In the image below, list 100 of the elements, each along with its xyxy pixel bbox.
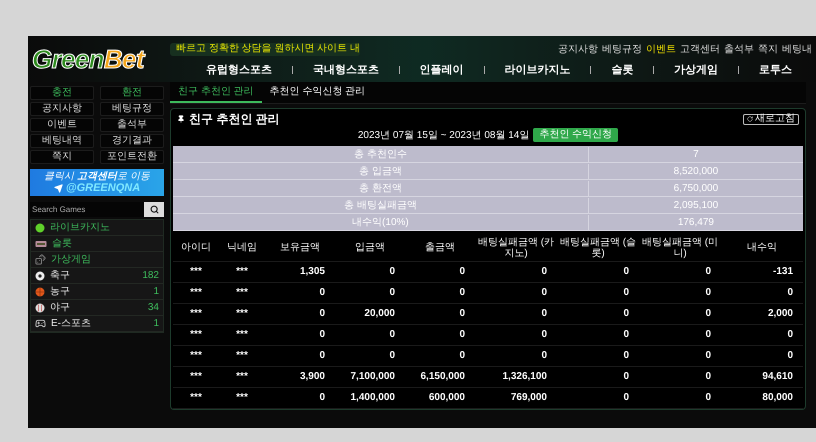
- table-cell: 0: [405, 261, 475, 282]
- top-link[interactable]: 베팅내: [782, 42, 812, 56]
- top-link[interactable]: 베팅규정: [602, 42, 642, 56]
- table-cell: 0: [405, 345, 475, 366]
- nav-link[interactable]: 인플레이: [406, 62, 478, 78]
- table-cell: ***: [173, 345, 219, 366]
- column-header: 배팅실패금액 (카지노): [475, 235, 557, 261]
- nav-link[interactable]: 유럽형스포츠: [192, 62, 286, 78]
- table-cell: 0: [639, 303, 721, 324]
- table-cell: 0: [405, 303, 475, 324]
- search-button[interactable]: [144, 202, 164, 217]
- top-link[interactable]: 고객센터: [680, 42, 720, 56]
- game-list-item[interactable]: 야구 34: [31, 300, 163, 316]
- table-cell: 0: [265, 345, 335, 366]
- column-header: 보유금액: [265, 235, 335, 261]
- table-cell: ***: [173, 366, 219, 387]
- sidebar-button[interactable]: 베팅내역: [30, 134, 94, 148]
- top-link[interactable]: 공지사항: [558, 42, 598, 56]
- game-list-item[interactable]: 축구 182: [31, 268, 163, 284]
- summary-value: 176,479: [676, 216, 715, 230]
- table-cell: 769,000: [475, 387, 557, 408]
- nav-link[interactable]: 국내형스포츠: [298, 62, 393, 78]
- table-cell: 0: [557, 324, 639, 345]
- period-text: 2023년 07월 15일 ~ 2023년 08월 14일: [358, 128, 530, 142]
- game-count: 182: [142, 270, 159, 280]
- table-cell: 0: [557, 261, 639, 282]
- game-count: 1: [153, 318, 159, 328]
- sidebar-button[interactable]: 베팅규정: [100, 102, 164, 116]
- table-cell: 600,000: [405, 387, 475, 408]
- column-header: 배팅실패금액 (슬롯): [557, 235, 639, 261]
- top-link[interactable]: 쪽지: [758, 42, 778, 56]
- table-cell: 0: [265, 324, 335, 345]
- column-header: 아이디: [173, 235, 219, 261]
- telegram-banner[interactable]: 클릭시 고객센터로 이동 @GREENQNA: [30, 169, 164, 196]
- sidebar-button[interactable]: 쪽지: [30, 150, 94, 164]
- soccer-ball-icon: [35, 270, 45, 280]
- sidebar-button[interactable]: 공지사항: [30, 102, 94, 116]
- table-cell: 0: [557, 303, 639, 324]
- sidebar-button[interactable]: 경기결과: [100, 134, 164, 148]
- table-cell: ***: [219, 366, 265, 387]
- sidebar-button[interactable]: 충전: [30, 86, 94, 100]
- dot-icon: [35, 222, 45, 232]
- column-header: 배팅실패금액 (미니): [639, 235, 721, 261]
- game-list-item[interactable]: 농구 1: [31, 284, 163, 300]
- table-cell: 0: [639, 345, 721, 366]
- summary-label: 총 추천인수: [173, 146, 589, 162]
- table-cell: 7,100,000: [335, 366, 405, 387]
- search-field[interactable]: Search Games: [30, 202, 144, 217]
- table-cell: ***: [173, 261, 219, 282]
- column-header: 내수익: [721, 235, 803, 261]
- nav-link[interactable]: 슬롯: [597, 62, 648, 78]
- table-cell: 0: [475, 282, 557, 303]
- summary-label: 총 배팅실패금액: [173, 198, 589, 212]
- telegram-icon: [54, 184, 63, 192]
- search-icon: [150, 205, 158, 214]
- refresh-button[interactable]: 새로고침: [743, 114, 799, 124]
- table-cell: 0: [475, 324, 557, 345]
- tab[interactable]: 추천인 수익신청 관리: [262, 82, 374, 103]
- table-cell: 0: [405, 324, 475, 345]
- table-cell: 0: [639, 324, 721, 345]
- table-cell: 1,326,100: [475, 366, 557, 387]
- table-cell: 20,000: [335, 303, 405, 324]
- table-cell: ***: [219, 282, 265, 303]
- table-cell: 0: [405, 282, 475, 303]
- column-header: 출금액: [405, 235, 475, 261]
- nav-link[interactable]: 로투스: [744, 62, 806, 78]
- nav-link[interactable]: 가상게임: [660, 62, 732, 78]
- table-cell: 0: [475, 345, 557, 366]
- table-cell: 0: [557, 366, 639, 387]
- table-cell: 1,305: [265, 261, 335, 282]
- game-list-item[interactable]: 슬롯: [31, 236, 163, 252]
- pin-icon: [177, 115, 185, 123]
- table-cell: 0: [639, 261, 721, 282]
- sidebar-button[interactable]: 환전: [100, 86, 164, 100]
- table-cell: ***: [219, 387, 265, 408]
- game-list-item[interactable]: 라이브카지노: [31, 220, 163, 236]
- game-list-item[interactable]: 가상게임: [31, 252, 163, 268]
- table-cell: 94,610: [721, 366, 803, 387]
- top-link[interactable]: 출석부: [724, 42, 754, 56]
- table-cell: 0: [265, 303, 335, 324]
- game-list-item[interactable]: E-스포츠 1: [31, 316, 163, 332]
- sidebar-button[interactable]: 출석부: [100, 118, 164, 132]
- table-cell: ***: [173, 387, 219, 408]
- refresh-icon: [747, 116, 753, 122]
- table-cell: 0: [557, 387, 639, 408]
- nav-link[interactable]: 라이브카지노: [490, 62, 584, 78]
- column-header: 입금액: [335, 235, 405, 261]
- tab[interactable]: 친구 추천인 관리: [170, 82, 262, 103]
- summary-label: 총 입금액: [173, 164, 589, 178]
- gamepad-icon: [35, 318, 46, 329]
- table-cell: 0: [335, 261, 405, 282]
- basketball-icon: [35, 286, 45, 296]
- top-link[interactable]: 이벤트: [646, 42, 676, 56]
- table-cell: 0: [639, 366, 721, 387]
- table-cell: ***: [219, 345, 265, 366]
- sidebar-button[interactable]: 이벤트: [30, 118, 94, 132]
- game-count: 34: [148, 302, 159, 312]
- sidebar-button[interactable]: 포인트전환: [100, 150, 164, 164]
- table-cell: 0: [557, 282, 639, 303]
- summary-label: 총 환전액: [173, 180, 589, 196]
